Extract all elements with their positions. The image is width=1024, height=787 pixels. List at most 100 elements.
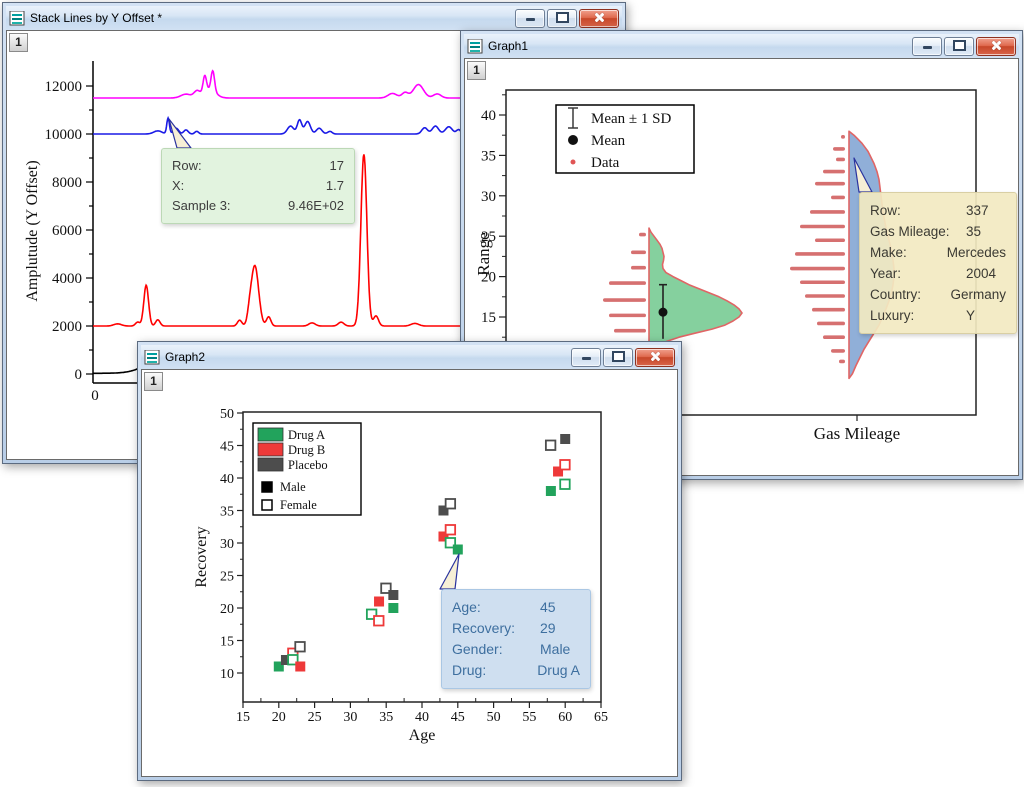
rug-mark[interactable] [839,360,845,364]
tick-label: 50 [220,407,234,422]
tick-label: 25 [220,570,234,585]
tick-label: 15 [220,635,234,650]
rug-mark[interactable] [631,251,646,255]
scatter-point[interactable] [374,597,384,607]
rug-mark[interactable] [810,210,845,214]
legend-label: Male [280,480,306,494]
rug-mark[interactable] [795,252,845,256]
close-button[interactable] [635,348,675,367]
tick-label: 2000 [52,319,82,335]
scatter-point[interactable] [560,434,570,444]
legend-label: Drug B [288,443,325,457]
titlebar[interactable]: Stack Lines by Y Offset * [6,6,622,30]
tick-label: 15 [481,310,496,326]
x-axis-label: Age [409,727,436,744]
legend-swatch [258,443,283,456]
legend-swatch [258,458,283,471]
minimize-icon [923,46,932,49]
rug-mark[interactable] [823,335,845,339]
rug-mark[interactable] [817,322,845,326]
scatter-point[interactable] [453,545,463,555]
tick-label: 55 [522,710,536,725]
rug-mark[interactable] [790,267,845,271]
restore-button[interactable] [547,9,577,28]
y-axis-label: Recovery [193,526,210,587]
graph-client-area: 1 15202530354045505560651015202530354045… [141,369,678,777]
mean-dot[interactable] [659,308,668,317]
scatter-point[interactable] [446,499,456,509]
data-tooltip: Row:337Gas Mileage:35Make:MercedesYear:2… [859,192,1017,334]
rug-mark[interactable] [815,182,845,186]
rug-mark[interactable] [823,170,845,174]
rug-mark[interactable] [831,196,845,200]
scatter-point[interactable] [560,460,570,470]
restore-button[interactable] [944,37,974,56]
rug-mark[interactable] [631,266,646,270]
tick-label: 0 [75,367,83,383]
minimize-button[interactable] [571,348,601,367]
rug-mark[interactable] [800,225,845,229]
minimize-icon [526,18,535,21]
scatter-point[interactable] [546,486,556,496]
rug-mark[interactable] [841,135,845,139]
rug-mark[interactable] [833,147,845,151]
titlebar[interactable]: Graph2 [141,345,678,369]
tick-label: 40 [220,472,234,487]
scatter-plot[interactable]: 1520253035404550556065101520253035404550… [142,370,678,777]
tick-label: 60 [558,710,572,725]
legend-label: Placebo [288,458,328,472]
restore-icon [953,40,966,51]
minimize-icon [582,357,591,360]
tooltip-callout [169,119,191,148]
tick-label: 10000 [45,127,83,143]
rug-mark[interactable] [815,238,845,242]
data-dot-icon [571,160,576,165]
layer-badge[interactable]: 1 [144,372,163,391]
scatter-point[interactable] [295,642,305,652]
legend-gender-swatch [262,500,272,510]
rug-mark[interactable] [805,294,845,298]
scatter-point[interactable] [374,616,384,626]
minimize-button[interactable] [912,37,942,56]
rug-mark[interactable] [836,158,845,162]
layer-badge[interactable]: 1 [9,33,28,52]
scatter-point[interactable] [560,480,570,490]
close-button[interactable] [976,37,1016,56]
y-axis-label: Amplutude (Y Offset) [24,160,41,301]
tick-label: 10 [220,667,234,682]
tick-label: 8000 [52,175,82,191]
rug-mark[interactable] [831,349,845,353]
tick-label: 45 [451,710,465,725]
tick-label: 6000 [52,223,82,239]
rug-mark[interactable] [800,280,845,284]
legend-swatch [258,428,283,441]
legend-gender-swatch [262,482,272,492]
scatter-point[interactable] [446,525,456,535]
rug-mark[interactable] [639,233,646,237]
scatter-point[interactable] [546,441,556,451]
titlebar[interactable]: Graph1 [464,34,1019,58]
minimize-button[interactable] [515,9,545,28]
close-button[interactable] [579,9,619,28]
rug-mark[interactable] [609,314,646,318]
close-icon [649,351,661,362]
mean-dot-icon [568,135,578,145]
scatter-point[interactable] [388,590,398,600]
restore-button[interactable] [603,348,633,367]
tick-label: 25 [308,710,322,725]
desktop: { "windows": { "stack_lines": { "title":… [0,0,1024,787]
tick-label: 4000 [52,271,82,287]
layer-badge[interactable]: 1 [467,61,486,80]
scatter-point[interactable] [388,603,398,613]
window-title: Graph2 [165,350,569,364]
restore-icon [556,12,569,23]
rug-mark[interactable] [812,308,845,312]
legend-label: Female [280,498,317,512]
rug-mark[interactable] [609,281,646,285]
scatter-point[interactable] [295,662,305,672]
window-controls [910,37,1016,56]
tick-label: 35 [481,148,496,164]
window-title: Stack Lines by Y Offset * [30,11,513,25]
rug-mark[interactable] [603,298,646,302]
rug-mark[interactable] [614,329,646,333]
